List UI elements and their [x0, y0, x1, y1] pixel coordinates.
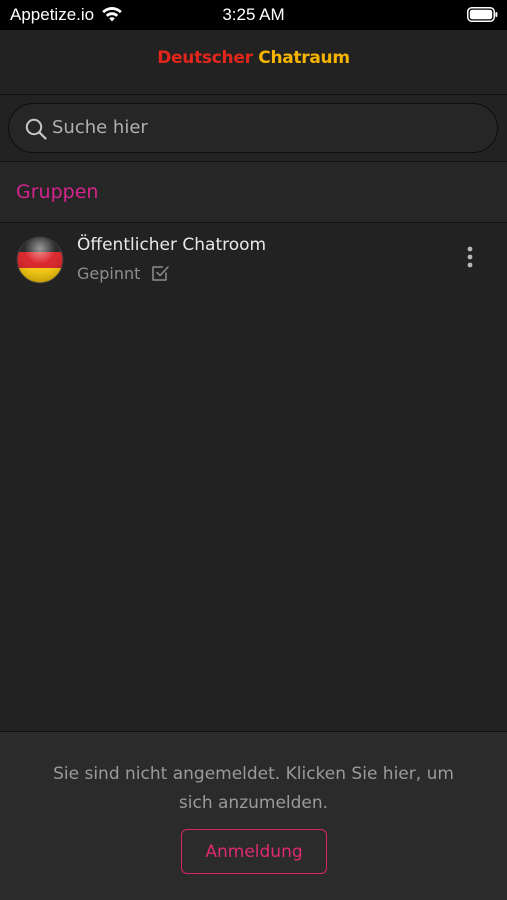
germany-flag-icon	[16, 236, 64, 284]
login-banner: Sie sind nicht angemeldet. Klicken Sie h…	[0, 731, 507, 900]
app-title-part-2: Chatraum	[258, 48, 350, 68]
status-bar: Appetize.io 3:25 AM	[0, 0, 507, 30]
search-bar[interactable]	[8, 103, 498, 153]
app-screen: Appetize.io 3:25 AM Deutscher Chatraum S…	[0, 0, 507, 900]
app-title-part-1: Deutscher	[157, 48, 253, 68]
login-message-line-2: sich anzumelden.	[178, 793, 329, 813]
search-area	[0, 95, 507, 162]
login-button[interactable]: Anmeldung	[181, 829, 327, 874]
list-item[interactable]: Öffentlicher Chatroom Gepinnt	[0, 223, 507, 295]
search-input[interactable]	[52, 104, 472, 151]
app-title: Deutscher Chatraum	[0, 48, 507, 68]
login-message-line-1: Sie sind nicht angemeldet. Klicken Sie h…	[53, 764, 454, 784]
groups-section-header: Gruppen	[0, 162, 507, 223]
group-list: Öffentlicher Chatroom Gepinnt	[0, 223, 507, 295]
section-title: Gruppen	[16, 181, 99, 203]
group-name: Öffentlicher Chatroom	[77, 235, 267, 255]
status-time: 3:25 AM	[222, 5, 285, 24]
battery-icon	[467, 7, 498, 22]
more-vertical-icon[interactable]	[456, 243, 484, 273]
search-icon	[25, 118, 47, 140]
login-message[interactable]: Sie sind nicht angemeldet. Klicken Sie h…	[20, 760, 487, 818]
app-header: Deutscher Chatraum	[0, 30, 507, 95]
group-status: Gepinnt	[77, 264, 141, 283]
checkbox-icon	[152, 266, 169, 281]
